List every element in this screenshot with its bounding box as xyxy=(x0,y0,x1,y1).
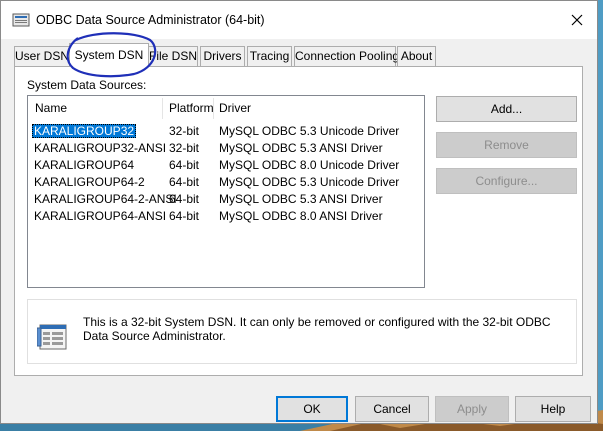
remove-button[interactable]: Remove xyxy=(436,132,577,158)
tab-user-dsn[interactable]: User DSN xyxy=(14,46,70,66)
dsn-platform: 64-bit xyxy=(169,158,200,172)
dsn-driver: MySQL ODBC 5.3 ANSI Driver xyxy=(219,141,383,155)
add-button[interactable]: Add... xyxy=(436,96,577,122)
dsn-driver: MySQL ODBC 5.3 ANSI Driver xyxy=(219,192,383,206)
dsn-driver: MySQL ODBC 5.3 Unicode Driver xyxy=(219,175,400,189)
dsn-name: KARALIGROUP64-ANSI xyxy=(34,209,167,223)
close-icon xyxy=(571,14,583,26)
dsn-platform: 64-bit xyxy=(169,175,200,189)
column-header-name[interactable]: Name xyxy=(35,101,67,115)
window-title: ODBC Data Source Administrator (64-bit) xyxy=(36,13,265,27)
info-description: This is a 32-bit System DSN. It can only… xyxy=(83,315,551,343)
column-divider[interactable] xyxy=(162,98,163,119)
apply-button[interactable]: Apply xyxy=(435,396,509,422)
table-row[interactable]: KARALIGROUP64-2 64-bit MySQL ODBC 5.3 Un… xyxy=(32,173,422,190)
table-row[interactable]: KARALIGROUP32-ANSI 32-bit MySQL ODBC 5.3… xyxy=(32,139,422,156)
dsn-platform: 32-bit xyxy=(169,141,200,155)
table-row[interactable]: KARALIGROUP64-2-ANSI 64-bit MySQL ODBC 5… xyxy=(32,190,422,207)
tab-file-dsn[interactable]: File DSN xyxy=(148,46,198,66)
close-button[interactable] xyxy=(557,3,597,37)
table-row[interactable]: KARALIGROUP64-ANSI 64-bit MySQL ODBC 8.0… xyxy=(32,207,422,224)
configure-button[interactable]: Configure... xyxy=(436,168,577,194)
system-data-sources-list[interactable]: Name Platform Driver KARALIGROUP32 32-bi… xyxy=(27,95,425,288)
odbc-dialog-window: ODBC Data Source Administrator (64-bit) … xyxy=(0,0,598,424)
odbc-admin-icon xyxy=(12,13,30,27)
cancel-button[interactable]: Cancel xyxy=(355,396,429,422)
info-box: This is a 32-bit System DSN. It can only… xyxy=(27,299,577,364)
dsn-platform: 64-bit xyxy=(169,192,200,206)
dsn-name: KARALIGROUP64-2-ANSI xyxy=(34,192,177,206)
column-divider[interactable] xyxy=(213,98,214,119)
dsn-name: KARALIGROUP64-2 xyxy=(34,175,145,189)
tab-drivers[interactable]: Drivers xyxy=(200,46,245,66)
dsn-name: KARALIGROUP32-ANSI xyxy=(34,141,167,155)
datasource-info-icon xyxy=(37,324,67,350)
tab-tracing[interactable]: Tracing xyxy=(247,46,292,66)
help-button[interactable]: Help xyxy=(515,396,591,422)
dsn-driver: MySQL ODBC 8.0 ANSI Driver xyxy=(219,209,383,223)
tab-connection-pooling[interactable]: Connection Pooling xyxy=(294,46,399,66)
tab-system-dsn[interactable]: System DSN xyxy=(69,43,149,67)
dsn-driver: MySQL ODBC 8.0 Unicode Driver xyxy=(219,158,400,172)
column-header-platform[interactable]: Platform xyxy=(169,101,214,115)
dsn-platform: 32-bit xyxy=(169,124,200,138)
dsn-name: KARALIGROUP64 xyxy=(34,158,135,172)
tab-about[interactable]: About xyxy=(397,46,436,66)
table-row[interactable]: KARALIGROUP64 64-bit MySQL ODBC 8.0 Unic… xyxy=(32,156,422,173)
column-header-driver[interactable]: Driver xyxy=(219,101,251,115)
dsn-driver: MySQL ODBC 5.3 Unicode Driver xyxy=(219,124,400,138)
system-data-sources-label: System Data Sources: xyxy=(27,78,147,92)
dsn-name: KARALIGROUP32 xyxy=(32,124,137,138)
title-bar: ODBC Data Source Administrator (64-bit) xyxy=(1,1,597,39)
table-row[interactable]: KARALIGROUP32 32-bit MySQL ODBC 5.3 Unic… xyxy=(32,122,422,139)
ok-button[interactable]: OK xyxy=(276,396,348,422)
dsn-platform: 64-bit xyxy=(169,209,200,223)
